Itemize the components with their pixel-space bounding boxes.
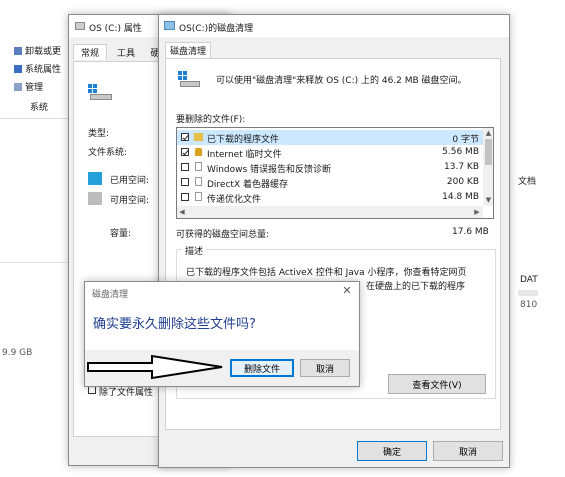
annotation-arrow <box>87 354 223 380</box>
arrow-shape <box>87 354 223 380</box>
